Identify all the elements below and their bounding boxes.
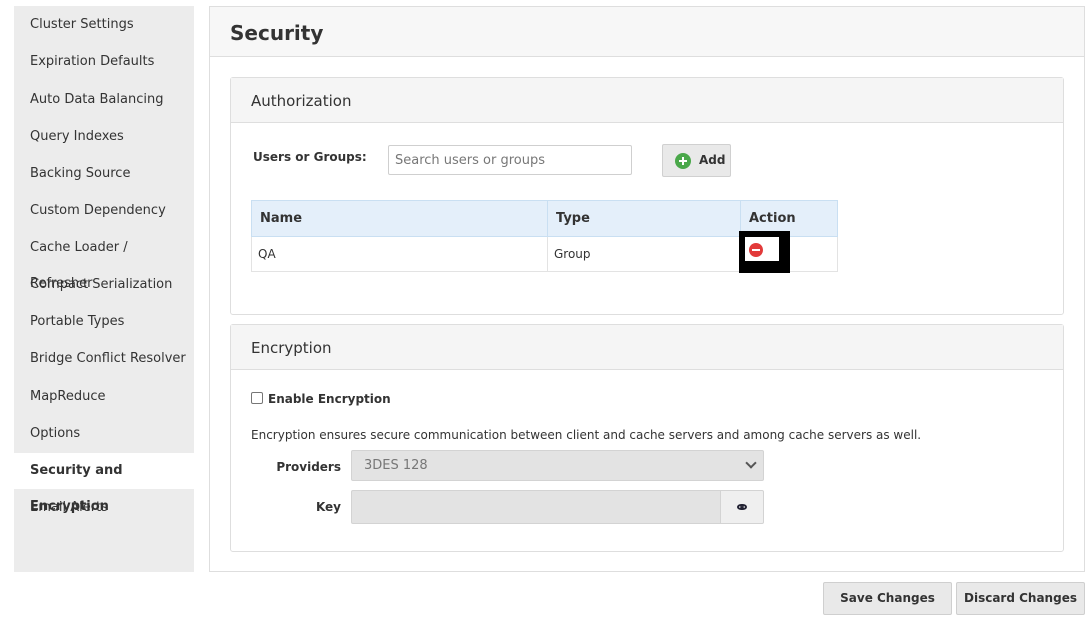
add-button-label: Add	[699, 153, 726, 167]
sidebar-item-backing-source[interactable]: Backing Source	[14, 156, 194, 192]
encryption-panel-header: Encryption	[231, 325, 1063, 370]
main-panel: Security Authorization Users or Groups: …	[209, 6, 1085, 572]
sidebar-item-auto-data-balancing[interactable]: Auto Data Balancing	[14, 82, 194, 118]
key-field[interactable]	[351, 490, 721, 524]
highlight-box	[739, 231, 790, 273]
authorization-panel-header: Authorization	[231, 78, 1063, 123]
cell-type: Group	[548, 237, 741, 271]
enable-encryption-label[interactable]: Enable Encryption	[268, 392, 391, 406]
table-row: QA Group	[251, 231, 838, 273]
sidebar-item-expiration-defaults[interactable]: Expiration Defaults	[14, 44, 194, 80]
main-header: Security	[210, 7, 1084, 57]
cell-name: QA	[252, 237, 548, 271]
column-header-type[interactable]: Type	[548, 201, 741, 236]
page-title: Security	[230, 21, 324, 45]
providers-selected-value: 3DES 128	[364, 458, 428, 473]
sidebar-item-custom-dependency[interactable]: Custom Dependency	[14, 193, 194, 229]
sidebar-item-portable-types[interactable]: Portable Types	[14, 304, 194, 340]
sidebar-item-query-indexes[interactable]: Query Indexes	[14, 119, 194, 155]
key-label: Key	[315, 500, 341, 514]
plus-circle-icon	[675, 153, 691, 169]
providers-select[interactable]: 3DES 128	[351, 450, 764, 481]
sidebar-item-cache-loader-refresher[interactable]: Cache Loader / Refresher	[14, 230, 194, 291]
sidebar-item-mapreduce[interactable]: MapReduce	[14, 379, 194, 415]
show-key-button[interactable]	[720, 490, 764, 524]
column-header-name[interactable]: Name	[252, 201, 548, 236]
remove-button[interactable]	[745, 237, 779, 261]
authorization-title: Authorization	[251, 92, 352, 110]
add-button[interactable]: Add	[662, 144, 731, 177]
search-users-input[interactable]	[388, 145, 632, 175]
sidebar-item-cluster-settings[interactable]: Cluster Settings	[14, 7, 194, 43]
discard-changes-button[interactable]: Discard Changes	[956, 582, 1085, 615]
sidebar: Cluster Settings Expiration Defaults Aut…	[14, 6, 194, 572]
chevron-down-icon	[745, 457, 757, 469]
encryption-title: Encryption	[251, 339, 332, 357]
sidebar-item-compact-serialization[interactable]: Compact Serialization	[14, 267, 194, 303]
remove-icon[interactable]	[749, 243, 763, 257]
users-or-groups-label: Users or Groups:	[253, 150, 367, 164]
sidebar-item-security-and-encryption[interactable]: Security and Encryption	[14, 453, 194, 514]
sidebar-item-options[interactable]: Options	[14, 416, 194, 452]
save-changes-button[interactable]: Save Changes	[823, 582, 952, 615]
cell-action	[739, 231, 837, 273]
encryption-description: Encryption ensures secure communication …	[251, 428, 922, 442]
authorization-panel: Authorization Users or Groups: Add Name …	[230, 77, 1064, 315]
eye-icon	[737, 504, 747, 510]
sidebar-item-email-alerts[interactable]: Email Alerts	[14, 490, 194, 526]
sidebar-item-bridge-conflict-resolver[interactable]: Bridge Conflict Resolver	[14, 341, 194, 377]
providers-label: Providers	[276, 460, 341, 474]
encryption-panel: Encryption Enable Encryption Encryption …	[230, 324, 1064, 552]
enable-encryption-checkbox[interactable]	[251, 392, 263, 404]
